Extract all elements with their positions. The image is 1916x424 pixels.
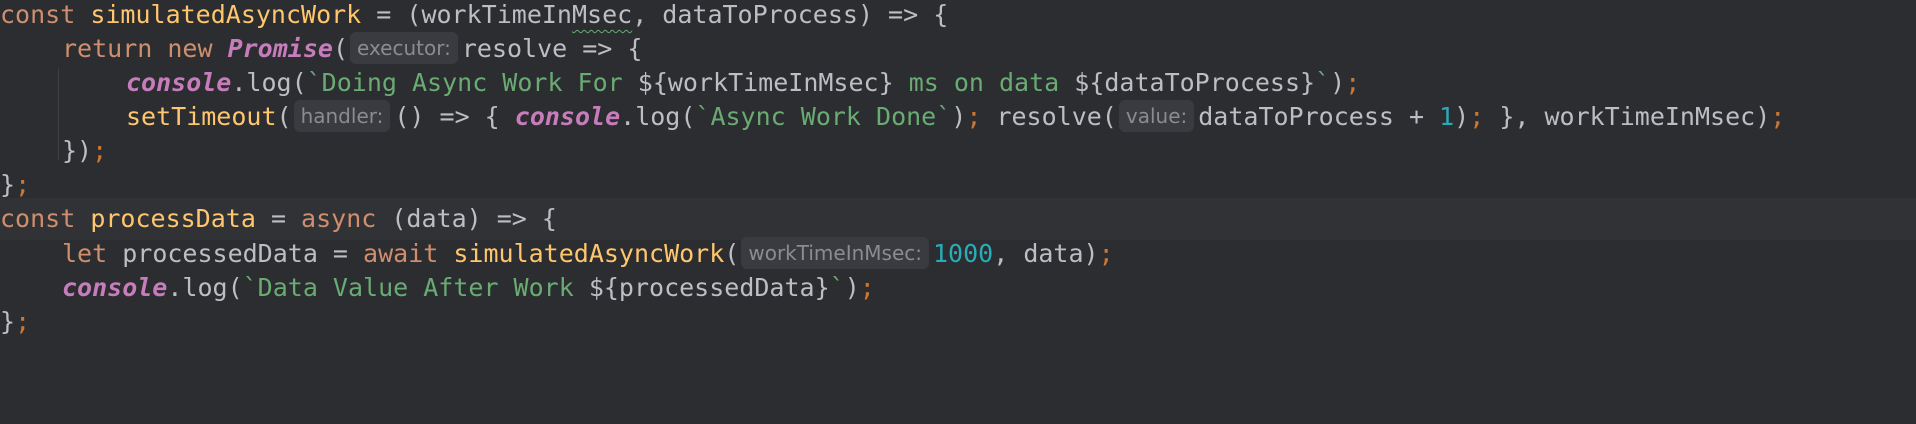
keyword: return	[62, 34, 168, 63]
code-text: }	[0, 170, 16, 199]
number-literal: 1000	[933, 239, 994, 268]
global-object: console	[126, 68, 232, 97]
code-text: processedData =	[122, 239, 364, 268]
string-literal: `Async Work Done`	[695, 102, 952, 131]
keyword: new	[167, 34, 228, 63]
parameter-hint: value:	[1118, 100, 1195, 132]
parameter-hint: workTimeInMsec:	[741, 237, 929, 269]
code-line-10[interactable]: };	[0, 301, 1916, 343]
semicolon: ;	[15, 307, 31, 336]
code-text: .log(	[231, 68, 307, 97]
code-text: })	[62, 136, 93, 165]
code-text: resolve(	[996, 102, 1117, 131]
code-editor[interactable]: const simulatedAsyncWork = (workTimeInMs…	[0, 0, 1916, 424]
number-literal: 1	[1439, 102, 1455, 131]
semicolon: ;	[859, 273, 875, 302]
semicolon: ;	[1098, 239, 1114, 268]
keyword: let	[62, 239, 123, 268]
code-text: , dataToProcess) => {	[632, 0, 949, 29]
code-text: (	[332, 34, 348, 63]
class-name: Promise	[227, 34, 333, 63]
typo-warning-text: Msec	[571, 0, 633, 29]
code-text: .log(	[620, 102, 696, 131]
semicolon: ;	[1345, 68, 1361, 97]
string-literal: ms on data	[893, 68, 1075, 97]
code-text: , data)	[993, 239, 1099, 268]
semicolon: ;	[15, 170, 31, 199]
semicolon: ;	[966, 102, 997, 131]
function-name: setTimeout	[126, 102, 277, 131]
code-text: }, workTimeInMsec)	[1484, 102, 1771, 131]
code-text: .log(	[167, 273, 243, 302]
string-literal: `	[829, 273, 845, 302]
keyword: await	[363, 239, 454, 268]
code-text: (	[276, 102, 292, 131]
semicolon: ;	[1469, 102, 1485, 131]
function-name: simulatedAsyncWork	[453, 239, 725, 268]
code-text: )	[1330, 68, 1346, 97]
keyword: const	[0, 204, 91, 233]
parameter-hint: executor:	[350, 32, 458, 64]
code-text: resolve => {	[461, 34, 643, 63]
template-expression: ${workTimeInMsec}	[637, 68, 894, 97]
parameter-hint: handler:	[293, 100, 391, 132]
code-text: )	[844, 273, 860, 302]
keyword: const	[0, 0, 91, 29]
code-text: = (workTimeIn	[361, 0, 572, 29]
string-literal: `Doing Async Work For	[306, 68, 638, 97]
semicolon: ;	[92, 136, 108, 165]
semicolon: ;	[1770, 102, 1786, 131]
template-expression: ${processedData}	[588, 273, 830, 302]
keyword: async	[301, 204, 377, 233]
function-name: simulatedAsyncWork	[90, 0, 362, 29]
code-text: () => {	[394, 102, 515, 131]
code-text: )	[951, 102, 967, 131]
global-object: console	[514, 102, 621, 131]
template-expression: ${dataToProcess}	[1074, 68, 1316, 97]
string-literal: `Data Value After Work	[242, 273, 589, 302]
global-object: console	[62, 273, 168, 302]
string-literal: `	[1315, 68, 1331, 97]
code-text: }	[0, 307, 16, 336]
code-text: (data) => {	[376, 204, 557, 233]
code-text: dataToProcess +	[1198, 102, 1440, 131]
code-text: =	[255, 204, 302, 233]
function-name: processData	[90, 204, 256, 233]
code-text: (	[724, 239, 740, 268]
code-text: )	[1454, 102, 1470, 131]
